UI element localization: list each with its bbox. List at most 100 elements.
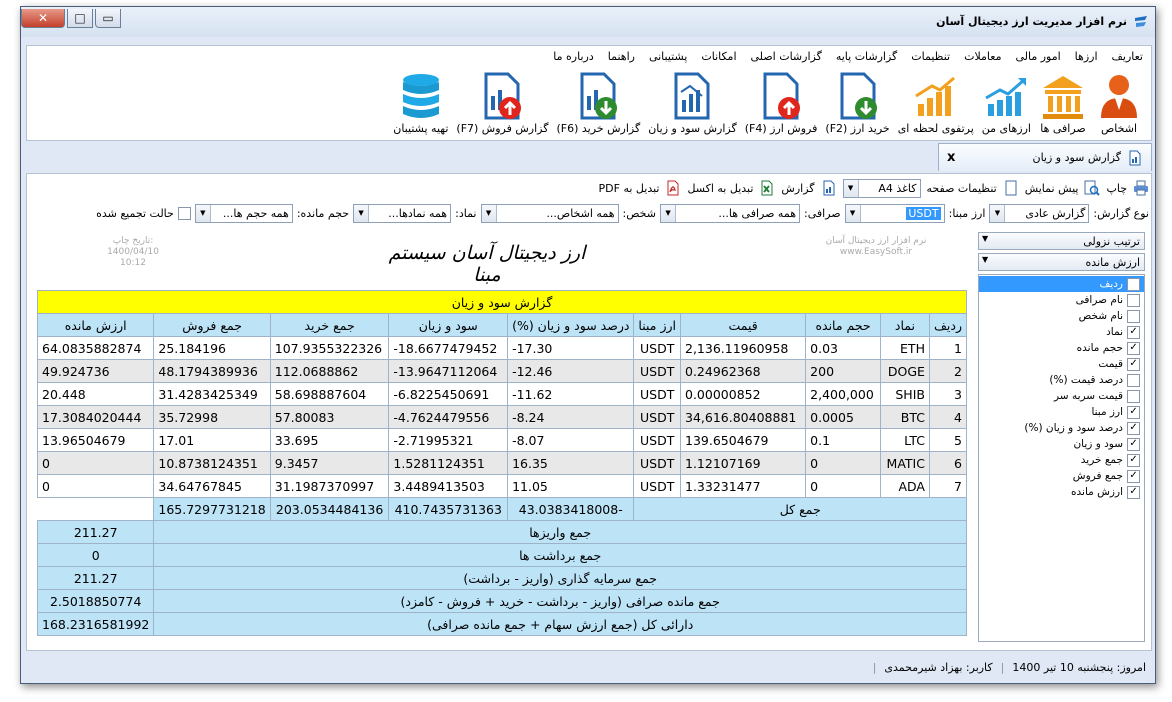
list-item[interactable]: ✓ سود و زیان [979, 436, 1144, 452]
page-settings-button[interactable]: تنظیمات صفحه [927, 182, 997, 195]
list-item[interactable]: ✓ ارز مبنا [979, 404, 1144, 420]
maximize-window-button[interactable]: □ [67, 9, 93, 28]
col-header-volume[interactable]: حجم مانده [805, 313, 881, 337]
exchanges-button[interactable]: صرافی ها [1035, 70, 1091, 135]
checkbox-unchecked[interactable] [1127, 309, 1140, 323]
buy-currency-button[interactable]: خرید ارز (F2) [821, 70, 893, 135]
total-sell-cell: 31.4283425349 [153, 382, 271, 406]
persons-button[interactable]: اشخاص [1091, 70, 1147, 135]
table-row[interactable]: 5 LTC 0.1 139.6504679 USDT -8.07 -2.7199… [36, 428, 968, 452]
menu-features[interactable]: امکانات [701, 50, 736, 63]
sort-field-select[interactable]: ارزش مانده ▼ [978, 253, 1145, 271]
checkbox-checked[interactable]: ✓ [1127, 469, 1140, 483]
checkbox-checked[interactable]: ✓ [1127, 453, 1140, 467]
col-header-total-sell[interactable]: جمع فروش [153, 313, 271, 337]
close-window-button[interactable]: ✕ [21, 9, 65, 28]
summary-value: 0 [36, 543, 155, 567]
col-header-price[interactable]: قیمت [679, 313, 807, 337]
base-currency-select[interactable]: USDT ▼ [844, 203, 945, 223]
menu-currencies[interactable]: ارزها [1075, 50, 1098, 63]
menu-trades[interactable]: معاملات [964, 50, 1001, 63]
checkbox-checked[interactable]: ✓ [1127, 341, 1140, 355]
volume-select[interactable]: همه حجم ها... ▼ [194, 203, 293, 223]
aggregate-checkbox[interactable] [177, 206, 191, 220]
list-item[interactable]: نام شخص [979, 308, 1144, 324]
checkbox-checked[interactable]: ✓ [1127, 437, 1140, 451]
title-bar[interactable]: نرم افزار مدیریت ارز دیجیتال آسان ✕ □ ▭ [21, 7, 1155, 37]
table-row[interactable]: 7 ADA 0 1.33231477 USDT 11.05 3.44894135… [36, 474, 968, 498]
checkbox-checked[interactable]: ✓ [1127, 485, 1140, 499]
profit-percent-cell: 11.05 [507, 474, 635, 498]
checkbox-checked[interactable]: ✓ [1127, 405, 1140, 419]
price-cell: 2,136.11960958 [679, 336, 807, 360]
close-tab-icon[interactable]: x [947, 150, 955, 165]
list-item[interactable]: درصد قیمت (%) [979, 372, 1144, 388]
list-item[interactable]: ✓ جمع خرید [979, 452, 1144, 468]
col-header-base-currency[interactable]: ارز مبنا [633, 313, 681, 337]
table-row[interactable]: 4 BTC 0.0005 34,616.80408881 USDT -8.24 … [36, 405, 968, 429]
menu-help[interactable]: راهنما [608, 50, 635, 63]
menu-settings[interactable]: تنظیمات [911, 50, 950, 63]
list-item[interactable]: ✓ قیمت [979, 356, 1144, 372]
report-icon [674, 72, 710, 120]
backup-button[interactable]: تهیه پشتیبان [389, 70, 452, 135]
col-header-profit[interactable]: سود و زیان [388, 313, 509, 337]
menu-finance[interactable]: امور مالی [1015, 50, 1060, 63]
checkbox-unchecked[interactable] [1127, 373, 1140, 387]
export-pdf-button[interactable]: تبدیل به PDF [599, 182, 660, 195]
paper-size-select[interactable]: کاغذ A4 ▼ [842, 178, 921, 198]
col-header-remaining-value[interactable]: ارزش مانده [36, 313, 155, 337]
list-item[interactable]: ✓ نماد [979, 324, 1144, 340]
list-item[interactable]: ✓ جمع فروش [979, 468, 1144, 484]
report-filters: نوع گزارش: گزارش عادی ▼ ارز مبنا: USDT ▼ ص… [96, 203, 1149, 223]
list-item[interactable]: ✓ ارزش مانده [979, 484, 1144, 500]
export-excel-button[interactable]: تبدیل به اکسل [687, 182, 753, 195]
ribbon: تعاریف ارزها امور مالی معاملات تنظیمات گ… [26, 45, 1152, 141]
menu-basic-reports[interactable]: گزارشات پایه [836, 50, 897, 63]
report-type-select[interactable]: گزارش عادی ▼ [989, 203, 1090, 223]
col-header-symbol[interactable]: نماد [879, 313, 930, 337]
portfolio-button[interactable]: پرتفوی لحظه ای [894, 70, 978, 135]
table-header-row: ردیف نماد حجم مانده قیمت ارز مبنا درصد س… [36, 313, 968, 337]
my-currencies-button[interactable]: ارزهای من [978, 70, 1035, 135]
profit-loss-report-button[interactable]: گزارش سود و زیان [644, 70, 741, 135]
checkbox-checked[interactable]: ✓ [1127, 421, 1140, 435]
list-item[interactable]: نام صرافی [979, 292, 1144, 308]
tab-profit-loss-report[interactable]: گزارش سود و زیان x [938, 143, 1152, 171]
table-row[interactable]: 6 MATIC 0 1.12107169 USDT 16.35 1.528112… [36, 451, 968, 475]
print-button[interactable]: چاپ [1106, 182, 1127, 195]
menu-about[interactable]: درباره ما [553, 50, 593, 63]
checkbox-unchecked[interactable] [1127, 389, 1140, 403]
checkbox-checked[interactable]: ✓ [1127, 357, 1140, 371]
col-header-profit-percent[interactable]: درصد سود و زیان (%) [507, 313, 635, 337]
sell-currency-button[interactable]: فروش ارز (F4) [741, 70, 822, 135]
menu-support[interactable]: پشتیبانی [649, 50, 687, 63]
buy-report-button[interactable]: گزارش خرید (F6) [552, 70, 644, 135]
sell-report-button[interactable]: گزارش فروش (F7) [452, 70, 552, 135]
table-row[interactable]: 2 DOGE 200 0.24962368 USDT -12.46 -13.96… [36, 359, 968, 383]
exchange-select[interactable]: همه صرافی ها... ▼ [660, 203, 800, 223]
sort-order-select[interactable]: ترتیب نزولی ▼ [978, 232, 1145, 250]
report-button[interactable]: گزارش [781, 182, 814, 195]
list-item[interactable]: ✓ درصد سود و زیان (%) [979, 420, 1144, 436]
profit-loss-report-label: گزارش سود و زیان [648, 122, 737, 135]
checkbox-checked[interactable]: ✓ [1127, 277, 1140, 291]
profit-percent-cell: -11.62 [507, 382, 635, 406]
list-item[interactable]: ✓ ردیف [979, 276, 1144, 292]
exchange-value: همه صرافی ها... [718, 206, 796, 220]
list-item[interactable]: قیمت سربه سر [979, 388, 1144, 404]
table-row[interactable]: 3 SHIB 2,400,000 0.00000852 USDT -11.62 … [36, 382, 968, 406]
symbol-select[interactable]: همه نمادها... ▼ [353, 203, 452, 223]
col-header-row-number[interactable]: ردیف [928, 313, 968, 337]
checkbox-unchecked[interactable] [1127, 293, 1140, 307]
checkbox-checked[interactable]: ✓ [1127, 325, 1140, 339]
menu-definitions[interactable]: تعاریف [1112, 50, 1143, 63]
col-header-total-buy[interactable]: جمع خرید [269, 313, 390, 337]
list-item[interactable]: ✓ حجم مانده [979, 340, 1144, 356]
menu-main-reports[interactable]: گزارشات اصلی [751, 50, 822, 63]
minimize-window-button[interactable]: ▭ [95, 9, 121, 28]
table-row[interactable]: 1 ETH 0.03 2,136.11960958 USDT -17.30 -1… [36, 336, 968, 360]
status-bar: امروز: پنجشنبه 10 تیر 1400 | کاربر: بهزا… [26, 655, 1152, 679]
person-select[interactable]: همه اشخاص... ▼ [480, 203, 619, 223]
preview-button[interactable]: پیش نمایش [1025, 182, 1079, 195]
